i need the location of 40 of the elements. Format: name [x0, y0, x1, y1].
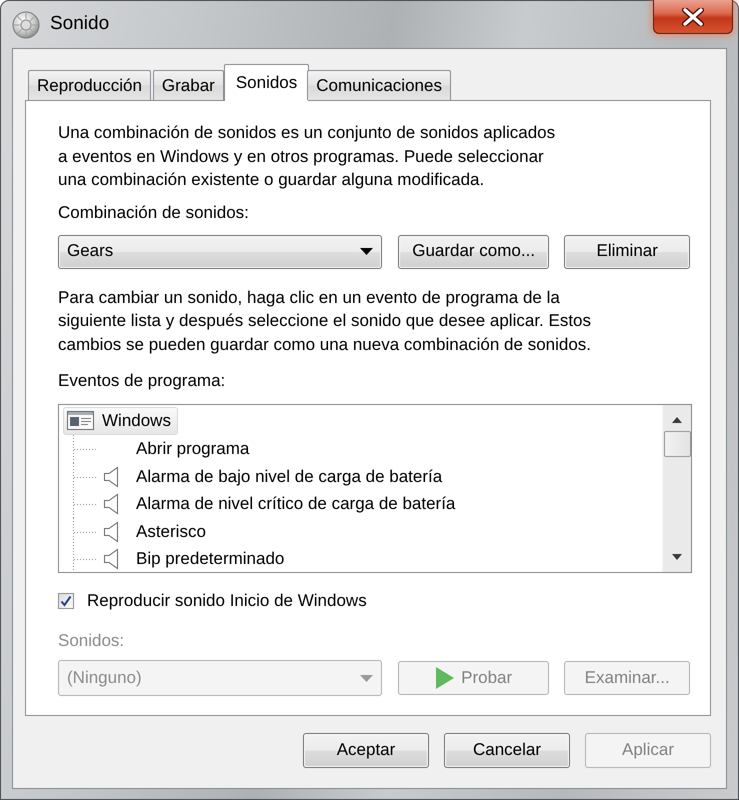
field-label: Eventos de programa:: [58, 370, 226, 392]
scheme-button[interactable]: Eliminar: [564, 234, 690, 268]
dialog-button[interactable]: Aceptar: [303, 733, 429, 768]
close-icon[interactable]: [682, 8, 704, 26]
tab[interactable]: Sonidos: [224, 64, 310, 101]
window-title: Sonido: [50, 13, 110, 36]
tree-item[interactable]: Bip predeterminado: [73, 546, 662, 572]
close-button[interactable]: [653, 0, 733, 34]
speaker-icon: [103, 466, 119, 488]
scrollbar[interactable]: [662, 405, 691, 572]
checkbox-label: Reproducir sonido Inicio de Windows: [87, 590, 367, 612]
help-text: Para cambiar un sonido, haga clic en un evento de programa de la siguiente lista y después seleccione el sonido que desee aplicar. Estos cambios se pueden guardar como una nueva combinación de sonidos.: [58, 286, 592, 356]
window-icon: [67, 411, 94, 430]
tab[interactable]: Grabar: [152, 70, 224, 100]
speaker-icon: [103, 548, 119, 570]
tree-item[interactable]: Asterisco: [73, 518, 662, 546]
tree-line: [73, 518, 97, 546]
scheme-dropdown[interactable]: Gears: [58, 234, 382, 268]
caret-icon[interactable]: [360, 248, 373, 255]
tree-item[interactable]: Alarma de nivel crítico de carga de batería: [73, 490, 662, 518]
speaker-icon: [103, 520, 119, 543]
tree-line: [73, 462, 97, 491]
description-text: Una combinación de sonidos es un conjunto de sonidos aplicados a eventos en Windows y en otros programas. Puede seleccionar una combinación existente o guardar alguna modificada.: [58, 122, 556, 191]
dialog-button[interactable]: Cancelar: [444, 733, 570, 768]
tree-line: [73, 435, 97, 464]
tab[interactable]: Comunicaciones: [307, 70, 451, 100]
speaker-icon: [12, 10, 40, 38]
tab[interactable]: Reproducción: [28, 70, 151, 100]
checkbox[interactable]: [58, 593, 74, 609]
field-label: Combinación de sonidos:: [58, 202, 250, 224]
tree-item[interactable]: Alarma de bajo nivel de carga de batería: [73, 463, 662, 491]
scheme-button[interactable]: Guardar como...: [398, 234, 550, 268]
scroll-down-arrow-icon[interactable]: [672, 554, 682, 560]
tree-item[interactable]: Abrir programa: [73, 436, 662, 464]
tree-item[interactable]: Windows: [63, 407, 178, 434]
speaker-icon: [103, 493, 119, 516]
field-label: Sonidos:: [58, 630, 126, 652]
scrollbar-thumb[interactable]: [664, 431, 690, 457]
tree-line: [73, 490, 97, 518]
scroll-up-arrow-icon[interactable]: [672, 417, 682, 423]
